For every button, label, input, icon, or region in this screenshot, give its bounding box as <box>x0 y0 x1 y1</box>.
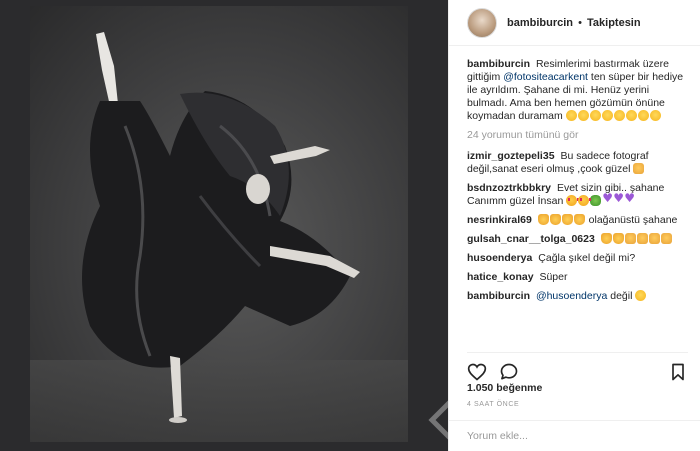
purple-heart-emoji-icon <box>624 192 635 205</box>
comment-item: gulsah_cnar__tolga_0623 <box>467 233 692 246</box>
comment-item: izmir_goztepeli35 Bu sadece fotograf değ… <box>467 150 692 176</box>
caption-emojis <box>565 110 662 122</box>
smile-emoji-icon <box>613 110 625 121</box>
heart-eyes-emoji-icon <box>566 195 580 206</box>
caption: bambiburcin Resimlerimi bastırmak üzere … <box>467 58 692 123</box>
thumbs-up-emoji-icon <box>573 214 585 225</box>
post-timestamp: 4 SAAT ÖNCE <box>467 401 520 408</box>
bookmark-icon[interactable] <box>668 362 688 382</box>
clap-emoji-icon <box>660 233 672 244</box>
comment-username[interactable]: husoenderya <box>467 252 532 264</box>
thumbs-up-emoji-icon <box>561 214 573 225</box>
thumbs-up-emoji-icon <box>537 214 549 225</box>
comment-username[interactable]: hatice_konay <box>467 271 534 283</box>
comment-item: bsdnzoztrkbbkry Evet sizin gibi.. şahane… <box>467 182 692 208</box>
post-photo[interactable] <box>0 0 448 451</box>
watermark-logo-icon <box>428 400 448 440</box>
post-header: bambiburcin • Takiptesin <box>449 0 700 46</box>
comment-username[interactable]: bambiburcin <box>467 290 530 302</box>
follow-status-button[interactable]: Takiptesin <box>587 17 641 29</box>
post-sidebar: bambiburcin • Takiptesin bambiburcin Res… <box>448 0 700 451</box>
purple-heart-emoji-icon <box>602 192 613 205</box>
dancer-image <box>82 32 360 423</box>
add-comment-bar <box>449 420 700 451</box>
view-all-comments-link[interactable]: 24 yorumun tümünü gör <box>467 129 692 142</box>
comment-item: nesrinkiral69 olağanüstü şahane <box>467 214 692 227</box>
caption-mention-link[interactable]: @fotositeacarkent <box>503 71 588 83</box>
comment-username[interactable]: izmir_goztepeli35 <box>467 150 555 162</box>
smile-emoji-icon <box>577 110 589 121</box>
header-separator: • <box>578 16 582 29</box>
thumbs-up-emoji-icon <box>549 214 561 225</box>
thumbs-up-emoji-icon <box>600 233 612 244</box>
thumbs-up-emoji-icon <box>612 233 624 244</box>
comment-text: Çağla şıkel değil mi? <box>538 252 636 264</box>
flower-emoji-icon <box>590 195 602 206</box>
smile-emoji-icon <box>625 110 637 121</box>
smile-emoji-icon <box>565 110 577 121</box>
smile-emoji-icon <box>635 290 647 301</box>
avatar[interactable] <box>467 7 497 38</box>
comment-text: değil <box>610 290 633 302</box>
comment-username[interactable]: bsdnzoztrkbbkry <box>467 182 551 194</box>
comment-username[interactable]: nesrinkiral69 <box>467 214 532 226</box>
comment-item: hatice_konay Süper <box>467 271 692 284</box>
comment-username[interactable]: gulsah_cnar__tolga_0623 <box>467 233 595 245</box>
heart-eyes-emoji-icon <box>578 195 592 206</box>
smile-emoji-icon <box>649 110 661 121</box>
comment-item: husoenderya Çağla şıkel değil mi? <box>467 252 692 265</box>
likes-count[interactable]: 1.050 beğenme <box>467 382 542 394</box>
comment-item: bambiburcin @husoenderya değil <box>467 290 692 303</box>
clap-emoji-icon <box>633 163 645 174</box>
comment-text: Süper <box>539 271 568 283</box>
comment-icon[interactable] <box>499 362 519 382</box>
comment-mention-link[interactable]: @husoenderya <box>536 290 607 302</box>
clap-emoji-icon <box>648 233 660 244</box>
heart-icon[interactable] <box>467 362 487 382</box>
header-text: bambiburcin • Takiptesin <box>507 17 641 29</box>
caption-username[interactable]: bambiburcin <box>467 58 530 70</box>
instagram-post: bambiburcin • Takiptesin bambiburcin Res… <box>0 0 700 451</box>
clap-emoji-icon <box>624 233 636 244</box>
comments-section: bambiburcin Resimlerimi bastırmak üzere … <box>467 58 692 350</box>
smile-emoji-icon <box>589 110 601 121</box>
purple-heart-emoji-icon <box>613 192 624 205</box>
add-comment-input[interactable] <box>467 430 682 442</box>
comment-text: olağanüstü şahane <box>588 214 678 226</box>
smile-emoji-icon <box>637 110 649 121</box>
clap-emoji-icon <box>636 233 648 244</box>
action-bar <box>467 352 688 384</box>
header-username[interactable]: bambiburcin <box>507 17 573 29</box>
smile-emoji-icon <box>601 110 613 121</box>
